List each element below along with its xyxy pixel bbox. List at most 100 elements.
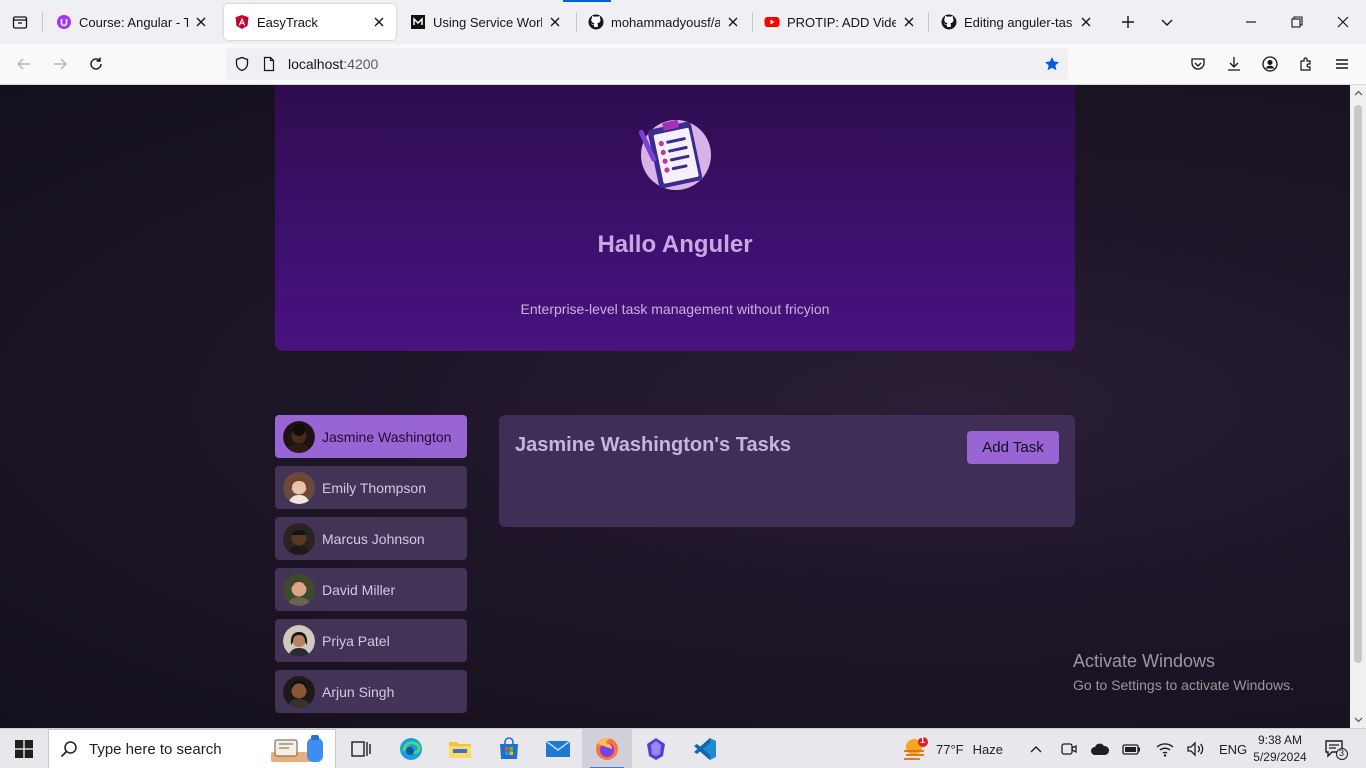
language-indicator[interactable]: ENG <box>1219 729 1247 768</box>
udemy-favicon-icon <box>56 14 72 30</box>
chevron-down-icon[interactable] <box>1155 10 1179 34</box>
taskbar-search-box[interactable]: Type here to search <box>48 729 336 768</box>
wifi-icon[interactable] <box>1155 739 1175 759</box>
tab-youtube-protip[interactable]: PROTIP: ADD Videos/G <box>754 4 926 40</box>
user-name: Emily Thompson <box>322 479 427 496</box>
close-tab-icon[interactable] <box>548 15 562 29</box>
volume-icon[interactable] <box>1186 739 1206 759</box>
tab-title: PROTIP: ADD Videos/G <box>787 14 896 30</box>
bookmark-star-icon[interactable] <box>1044 56 1060 72</box>
url-text[interactable]: localhost:4200 <box>288 56 378 72</box>
tasks-panel: Jasmine Washington's Tasks Add Task <box>499 415 1075 527</box>
system-clock[interactable]: 9:38 AM 5/29/2024 <box>1244 732 1316 766</box>
avatar <box>283 624 315 657</box>
close-window-icon[interactable] <box>1320 0 1366 44</box>
add-task-button[interactable]: Add Task <box>967 431 1059 464</box>
avatar <box>283 420 315 453</box>
meet-now-icon[interactable] <box>1059 739 1079 759</box>
user-name: David Miller <box>322 581 396 598</box>
user-item-marcus-johnson[interactable]: Marcus Johnson <box>275 517 467 560</box>
search-placeholder: Type here to search <box>89 740 222 758</box>
weather-temperature: 77°F <box>936 741 964 757</box>
clock-date: 5/29/2024 <box>1253 750 1307 764</box>
tab-title: Course: Angular - The <box>79 14 188 30</box>
edge-browser-icon[interactable] <box>386 729 436 768</box>
clock-time: 9:38 AM <box>1257 733 1303 747</box>
tab-service-workers[interactable]: Using Service Workers <box>400 4 572 40</box>
user-item-jasmine-washington[interactable]: Jasmine Washington <box>275 415 467 458</box>
page-viewport: Hallo Anguler Enterprise-level task mana… <box>0 85 1350 728</box>
vscode-icon[interactable] <box>680 729 730 768</box>
watermark-line1: Activate Windows <box>1073 651 1216 671</box>
angular-favicon-icon <box>234 14 250 30</box>
firefox-icon[interactable] <box>582 729 632 768</box>
clipboard-logo-icon <box>638 115 713 191</box>
forward-arrow-icon[interactable] <box>48 52 72 76</box>
avatar <box>283 471 315 504</box>
page-icon[interactable] <box>261 56 277 72</box>
weather-widget[interactable]: 1 77°F Haze <box>902 729 1003 768</box>
github-favicon-icon <box>588 14 604 30</box>
chevron-up-icon[interactable] <box>1026 739 1046 759</box>
reload-icon[interactable] <box>84 52 108 76</box>
url-port: :4200 <box>343 56 379 72</box>
scroll-up-arrow-icon[interactable] <box>1350 85 1366 101</box>
scroll-down-arrow-icon[interactable] <box>1350 712 1366 728</box>
obsidian-app-icon[interactable] <box>631 729 681 768</box>
restore-window-icon[interactable] <box>1274 0 1320 44</box>
extensions-icon[interactable] <box>1294 52 1318 76</box>
address-bar[interactable]: localhost:4200 <box>226 48 1068 80</box>
weather-haze-icon: 1 <box>902 735 928 761</box>
task-view-icon[interactable] <box>336 729 386 768</box>
close-tab-icon[interactable] <box>902 15 916 29</box>
user-item-david-miller[interactable]: David Miller <box>275 568 467 611</box>
tab-title: Editing anguler-task/R <box>964 14 1073 30</box>
tab-github-editing[interactable]: Editing anguler-task/R <box>931 4 1103 40</box>
onedrive-cloud-icon[interactable] <box>1090 739 1110 759</box>
close-tab-icon[interactable] <box>194 15 208 29</box>
tab-easytrack[interactable]: EasyTrack <box>224 4 396 40</box>
notifications-icon[interactable]: 3 <box>1324 738 1348 760</box>
avatar <box>283 675 315 708</box>
avatar <box>283 573 315 606</box>
tasks-title: Jasmine Washington's Tasks <box>515 434 791 456</box>
back-arrow-icon[interactable] <box>12 52 36 76</box>
close-tab-icon[interactable] <box>372 15 386 29</box>
url-host: localhost <box>288 56 344 72</box>
close-tab-icon[interactable] <box>1079 15 1093 29</box>
windows-taskbar: Type here to search 1 77°F Haze ENG 9:38… <box>0 728 1366 768</box>
user-item-arjun-singh[interactable]: Arjun Singh <box>275 670 467 713</box>
mail-icon[interactable] <box>533 729 583 768</box>
watermark-line2: Go to Settings to activate Windows. <box>1073 677 1294 693</box>
tab-github-repo[interactable]: mohammadyousf/ang <box>578 4 750 40</box>
shield-icon[interactable] <box>234 56 250 72</box>
new-tab-icon[interactable] <box>1116 10 1140 34</box>
minimize-window-icon[interactable] <box>1228 0 1274 44</box>
pocket-icon[interactable] <box>1186 52 1210 76</box>
browser-navigation-bar: localhost:4200 <box>0 44 1366 85</box>
tab-title: Using Service Workers <box>433 14 542 30</box>
app-title: Hallo Anguler <box>597 231 753 258</box>
downloads-icon[interactable] <box>1222 52 1246 76</box>
user-item-priya-patel[interactable]: Priya Patel <box>275 619 467 662</box>
youtube-favicon-icon <box>764 14 780 30</box>
weather-alert-badge: 1 <box>920 735 926 745</box>
tab-title: EasyTrack <box>257 14 318 30</box>
user-name: Priya Patel <box>322 632 390 649</box>
user-name: Marcus Johnson <box>322 530 425 547</box>
battery-icon[interactable] <box>1122 739 1142 759</box>
app-subtitle: Enterprise-level task management without… <box>520 301 830 317</box>
list-all-tabs-icon[interactable] <box>8 10 32 34</box>
app-header: Hallo Anguler Enterprise-level task mana… <box>275 85 1075 351</box>
account-icon[interactable] <box>1258 52 1282 76</box>
file-explorer-icon[interactable] <box>435 729 485 768</box>
close-tab-icon[interactable] <box>726 15 740 29</box>
microsoft-store-icon[interactable] <box>484 729 534 768</box>
user-item-emily-thompson[interactable]: Emily Thompson <box>275 466 467 509</box>
page-scrollbar[interactable] <box>1350 85 1366 728</box>
windows-start-icon[interactable] <box>0 729 48 768</box>
activate-windows-watermark: Activate Windows Go to Settings to activ… <box>1073 651 1294 693</box>
scrollbar-thumb[interactable] <box>1354 105 1362 663</box>
menu-hamburger-icon[interactable] <box>1330 52 1354 76</box>
tab-angular-course[interactable]: Course: Angular - The <box>46 4 218 40</box>
